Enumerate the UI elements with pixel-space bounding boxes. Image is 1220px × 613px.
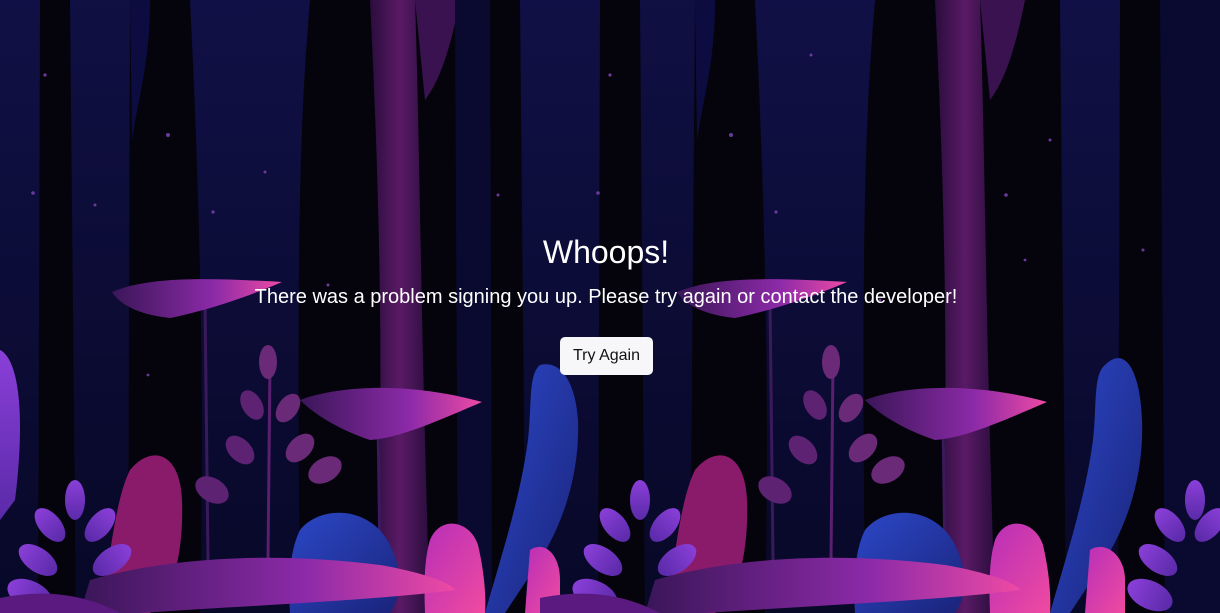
error-title: Whoops! [542, 234, 670, 270]
error-message: There was a problem signing you up. Plea… [254, 286, 958, 308]
error-page: Whoops! There was a problem signing you … [0, 0, 1220, 613]
error-content: Whoops! There was a problem signing you … [0, 0, 1220, 613]
try-again-button[interactable]: Try Again [560, 337, 653, 375]
